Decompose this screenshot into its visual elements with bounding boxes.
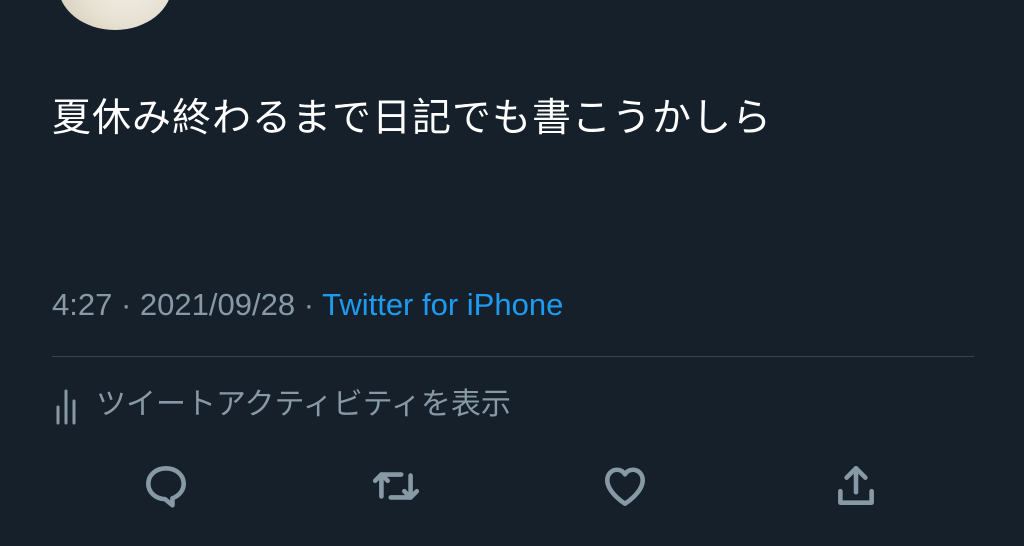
- tweet-action-bar: [0, 456, 1024, 516]
- avatar[interactable]: [58, 0, 172, 30]
- divider: [52, 356, 974, 357]
- tweet-metadata: 4:27 · 2021/09/28 · Twitter for iPhone: [52, 282, 563, 328]
- tweet-activity-label: ツイートアクティビティを表示: [96, 387, 511, 422]
- bar-chart-icon: [56, 389, 76, 425]
- meta-separator: ·: [303, 287, 315, 322]
- heart-icon: [605, 467, 645, 506]
- like-button[interactable]: [595, 456, 655, 516]
- reply-button[interactable]: [136, 456, 196, 516]
- comment-icon: [146, 466, 186, 508]
- tweet-source-link[interactable]: Twitter for iPhone: [322, 287, 563, 322]
- tweet-activity-link[interactable]: ツイートアクティビティを表示: [52, 380, 511, 430]
- share-icon: [838, 466, 874, 505]
- tweet-date: 2021/09/28: [139, 287, 296, 322]
- tweet-time: 4:27: [52, 287, 113, 322]
- retweet-button[interactable]: [366, 456, 426, 516]
- retweet-icon: [372, 472, 420, 500]
- tweet-text: 夏休み終わるまで日記でも書こうかしら: [52, 96, 773, 141]
- meta-separator: ·: [120, 287, 132, 322]
- share-button[interactable]: [826, 456, 886, 516]
